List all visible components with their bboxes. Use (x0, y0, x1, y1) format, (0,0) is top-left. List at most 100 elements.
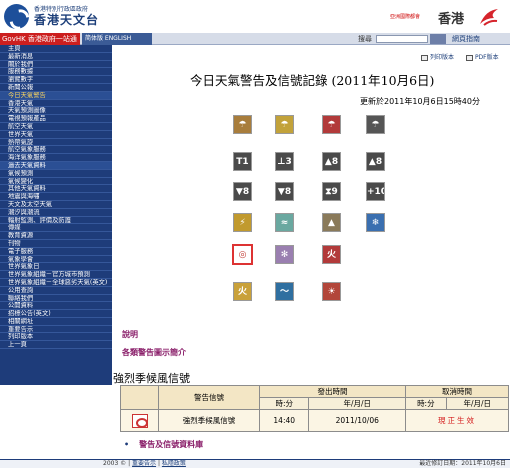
sidebar-item[interactable]: 教育資源 (0, 232, 112, 240)
language-switch[interactable]: 简体版 ENGLISH (82, 33, 152, 45)
red-rain-icon[interactable]: ☂ (322, 115, 341, 134)
search-go-button[interactable] (430, 34, 446, 44)
signal-10-icon[interactable]: +10 (366, 182, 385, 201)
records-database-link[interactable]: • 警告及信號資料庫 (124, 439, 203, 450)
print-version-link[interactable]: 列印版本 (421, 52, 459, 61)
sidebar-item[interactable]: 公開資料 (0, 302, 112, 311)
flooding-icon-glyph: ≈ (280, 218, 289, 228)
sidebar-item[interactable]: 關於我們 (0, 61, 112, 69)
yellow-rain-icon[interactable]: ☂ (275, 115, 294, 134)
landslip-icon[interactable]: ▲ (322, 213, 341, 232)
govhk-link[interactable]: GovHK 香港政府一站通 (0, 33, 80, 45)
sidebar-item[interactable]: 天文及太空天氣 (0, 201, 112, 209)
fire-red-icon[interactable]: 火 (322, 245, 341, 264)
sidebar-item[interactable]: 世界氣象日 (0, 263, 112, 272)
sidebar-item[interactable]: 其他天氣資料 (0, 185, 112, 194)
cold-icon[interactable]: ❄ (366, 213, 385, 232)
sidebar-item[interactable]: 世界天氣 (0, 131, 112, 139)
amber-rain-icon[interactable]: ☂ (233, 115, 252, 134)
signal-9-icon[interactable]: ⧗9 (322, 182, 341, 201)
sidebar-item[interactable]: 潮汐與潮流 (0, 209, 112, 217)
row-icon-cell (120, 409, 159, 432)
sidebar-item[interactable]: 聯絡我們 (0, 295, 112, 303)
sidebar-item[interactable]: 列印版本 (0, 333, 112, 342)
signal-8-nw-icon[interactable]: ▲8 (366, 152, 385, 171)
tsunami-icon[interactable]: 〜 (275, 282, 294, 301)
sidebar-item[interactable]: 電子服務 (0, 248, 112, 256)
signal-8-se-icon[interactable]: ▼8 (233, 182, 252, 201)
signal-8-se-icon-glyph: ▼8 (235, 187, 250, 197)
sidebar-item[interactable]: 香港天氣 (0, 100, 112, 108)
sidebar-item[interactable]: 主頁 (0, 45, 112, 53)
sidebar-item[interactable]: 氣象學會 (0, 256, 112, 264)
fire-yellow-icon[interactable]: 火 (233, 282, 252, 301)
thunderstorm-icon-glyph: ⚡ (239, 218, 246, 228)
sidebar-item[interactable]: 天氣預測圖像 (0, 107, 112, 116)
black-rain-icon-glyph: ☂ (371, 120, 380, 130)
brand-tag: 亞洲國際都會 (390, 14, 421, 20)
sidebar-item[interactable]: 今日天氣警告 (0, 91, 112, 100)
row-issue-time: 14:40 (258, 409, 310, 432)
flying-dragon-icon (480, 9, 498, 26)
signal-3-icon-glyph: ⊥3 (277, 157, 292, 167)
table-blank-header (120, 385, 159, 410)
print-links: 列印版本 PDF版本 (421, 52, 509, 61)
black-rain-icon[interactable]: ☂ (366, 115, 385, 134)
printer-icon (421, 54, 428, 61)
sidebar-item[interactable]: 氣候預測 (0, 170, 112, 178)
signal-3-icon[interactable]: ⊥3 (275, 152, 294, 171)
brand-hk-logo[interactable]: 亞洲國際都會 香港 (390, 6, 500, 28)
page-title: 今日天氣警告及信號記錄 (2011年10月6日) (190, 73, 435, 88)
sidebar-item[interactable]: 最新消息 (0, 53, 112, 61)
sidebar-item[interactable]: 新聞公報 (0, 84, 112, 92)
sidebar-item[interactable]: 瀏覽數字 (0, 76, 112, 84)
pdf-version-link[interactable]: PDF版本 (465, 52, 504, 61)
cold-icon-glyph: ❄ (371, 218, 380, 228)
sidebar-item[interactable]: 地震與海嘯 (0, 193, 112, 201)
sidebar-item[interactable]: 過去天氣資料 (0, 161, 112, 170)
flooding-icon[interactable]: ≈ (275, 213, 294, 232)
hko-logo-icon[interactable] (4, 4, 29, 29)
signal-8-ne-icon[interactable]: ▲8 (322, 152, 341, 171)
privacy-policy-link[interactable]: 私隱政策 (162, 460, 186, 467)
sidebar-item[interactable]: 重要告示 (0, 326, 112, 334)
sub-ymd-header: 年/月/日 (445, 397, 510, 410)
strong-monsoon-icon[interactable]: ◎ (233, 245, 252, 264)
thunderstorm-icon[interactable]: ⚡ (233, 213, 252, 232)
last-revised: 最近修訂日期：2011年10月6日 (419, 460, 506, 467)
sidebar-item[interactable]: 公用查詢 (0, 287, 112, 295)
logo-line2: 香港天文台 (34, 13, 100, 27)
signal-8-sw-icon[interactable]: ▼8 (275, 182, 294, 201)
col-cancelled-header: 取消時間 (405, 385, 509, 398)
sidebar-item[interactable]: 輻射監測、評價及防護 (0, 217, 112, 225)
sub-hm-header: 時:分 (405, 397, 447, 410)
row-signal-name: 強烈季候風信號 (158, 409, 260, 432)
sidebar-item[interactable]: 世界氣象組織－全球惡劣天氣(英文) (0, 279, 112, 287)
sidebar-item[interactable]: 刊物 (0, 240, 112, 248)
search-input[interactable] (376, 35, 428, 43)
signal-9-icon-glyph: ⧗9 (325, 187, 338, 197)
very-hot-icon[interactable]: ☀ (322, 282, 341, 301)
sidebar-item[interactable]: 海洋氣象服務 (0, 154, 112, 162)
signal-1-icon[interactable]: T1 (233, 152, 252, 171)
sidebar-item[interactable]: 上一頁 (0, 341, 112, 350)
warning-icons-intro-link[interactable]: 各類警告圖示簡介 (122, 347, 186, 358)
sidebar-item[interactable]: 傳媒 (0, 224, 112, 233)
sidebar-item[interactable]: 航空氣象服務 (0, 146, 112, 155)
sidebar-item[interactable]: 世界氣象組織－官方城市預測 (0, 271, 112, 279)
frost-icon[interactable]: ✻ (275, 245, 294, 264)
sidebar-item[interactable]: 招標公告(英文) (0, 310, 112, 318)
logo-text[interactable]: 香港特別行政區政府 香港天文台 (34, 4, 99, 26)
very-hot-icon-glyph: ☀ (327, 287, 336, 297)
explanation-heading: 說明 (122, 330, 138, 339)
signal-8-nw-icon-glyph: ▲8 (368, 157, 383, 167)
sidebar-item[interactable]: 熱帶氣旋 (0, 139, 112, 147)
sidebar-item[interactable]: 服務數據 (0, 68, 112, 77)
sidebar-item[interactable]: 氣候變化 (0, 178, 112, 186)
sidebar-item[interactable]: 電視預報產品 (0, 115, 112, 123)
important-notice-link[interactable]: 重要告示 (132, 460, 156, 467)
sidebar-item[interactable]: 相關網址 (0, 318, 112, 326)
red-rain-icon-glyph: ☂ (327, 120, 336, 130)
sidebar-item[interactable]: 航空天氣 (0, 123, 112, 131)
site-guide-link[interactable]: 網頁指南 (452, 34, 480, 44)
